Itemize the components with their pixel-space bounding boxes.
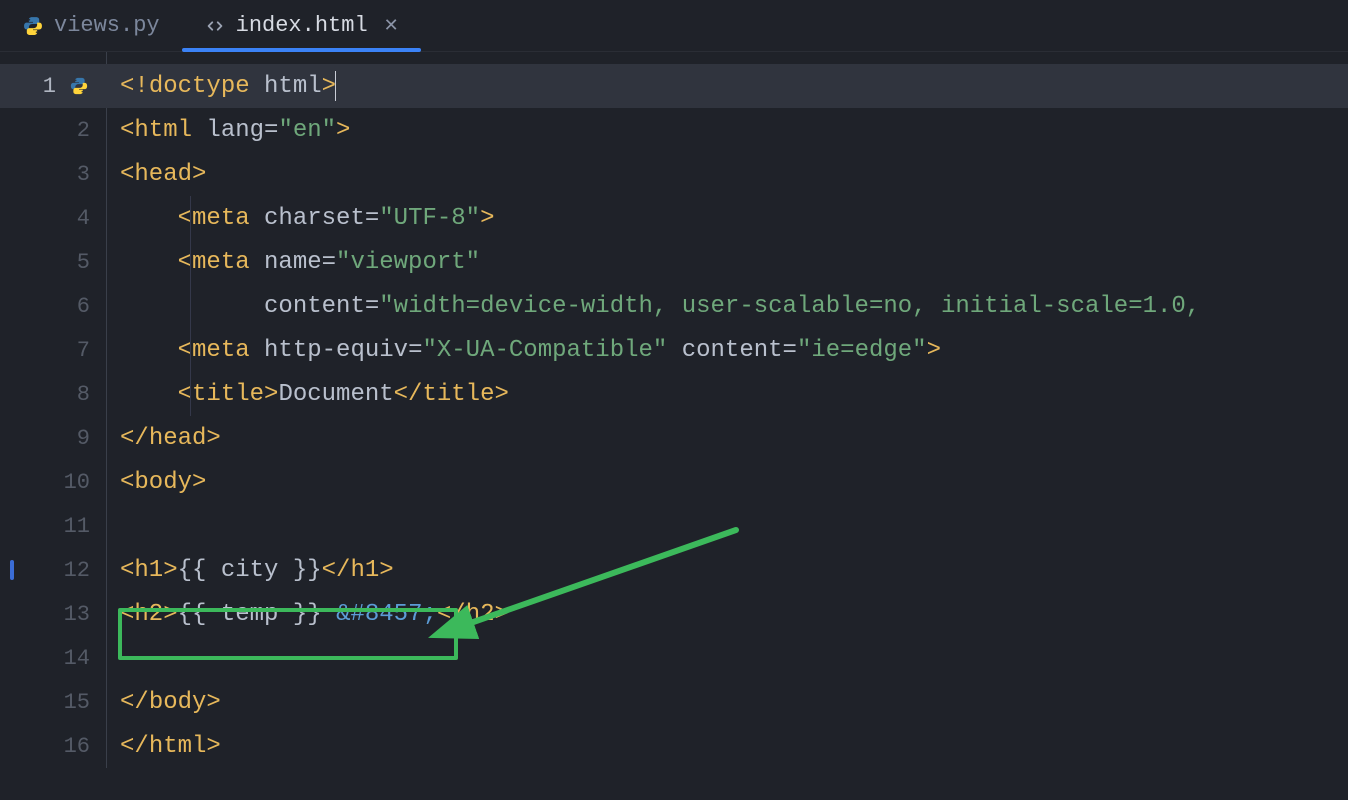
- code-line[interactable]: <h1>{{ city }}</h1>: [106, 548, 1348, 592]
- code-line[interactable]: <body>: [106, 460, 1348, 504]
- line-number: 13: [0, 592, 106, 636]
- indent-guide: [190, 196, 191, 416]
- line-number: 5: [0, 240, 106, 284]
- code-line[interactable]: content="width=device-width, user-scalab…: [106, 284, 1348, 328]
- close-icon[interactable]: ✕: [384, 15, 399, 37]
- code-line[interactable]: [106, 504, 1348, 548]
- line-number: 2: [0, 108, 106, 152]
- tab-views-py[interactable]: views.py: [0, 0, 182, 51]
- code-line[interactable]: <!doctype html>: [106, 64, 1348, 108]
- line-number: 1: [0, 64, 106, 108]
- line-number: 14: [0, 636, 106, 680]
- code-line[interactable]: </head>: [106, 416, 1348, 460]
- tab-label: index.html: [236, 13, 368, 38]
- code-line[interactable]: <html lang="en">: [106, 108, 1348, 152]
- line-number: 11: [0, 504, 106, 548]
- code-editor[interactable]: 12345678910111213141516 <!doctype html><…: [0, 52, 1348, 768]
- line-number: 3: [0, 152, 106, 196]
- line-number: 6: [0, 284, 106, 328]
- line-number: 9: [0, 416, 106, 460]
- text-caret: [335, 71, 336, 101]
- line-number: 16: [0, 724, 106, 768]
- python-icon: [22, 15, 44, 37]
- code-line[interactable]: <meta http-equiv="X-UA-Compatible" conte…: [106, 328, 1348, 372]
- line-number: 12: [0, 548, 106, 592]
- html-file-icon: [204, 15, 226, 37]
- line-number: 15: [0, 680, 106, 724]
- code-line[interactable]: </html>: [106, 724, 1348, 768]
- code-line[interactable]: </body>: [106, 680, 1348, 724]
- line-number-gutter: 12345678910111213141516: [0, 52, 106, 768]
- code-line[interactable]: <h2>{{ temp }} &#8457;</h2>: [106, 592, 1348, 636]
- line-number: 8: [0, 372, 106, 416]
- line-number: 7: [0, 328, 106, 372]
- editor-tab-bar: views.py index.html ✕: [0, 0, 1348, 52]
- code-line[interactable]: <meta name="viewport": [106, 240, 1348, 284]
- tab-index-html[interactable]: index.html ✕: [182, 0, 421, 51]
- line-number: 10: [0, 460, 106, 504]
- code-line[interactable]: <head>: [106, 152, 1348, 196]
- line-number: 4: [0, 196, 106, 240]
- code-line[interactable]: [106, 636, 1348, 680]
- code-line[interactable]: <meta charset="UTF-8">: [106, 196, 1348, 240]
- code-area[interactable]: <!doctype html><html lang="en"><head> <m…: [106, 52, 1348, 768]
- python-icon: [68, 75, 90, 97]
- tab-label: views.py: [54, 13, 160, 38]
- code-line[interactable]: <title>Document</title>: [106, 372, 1348, 416]
